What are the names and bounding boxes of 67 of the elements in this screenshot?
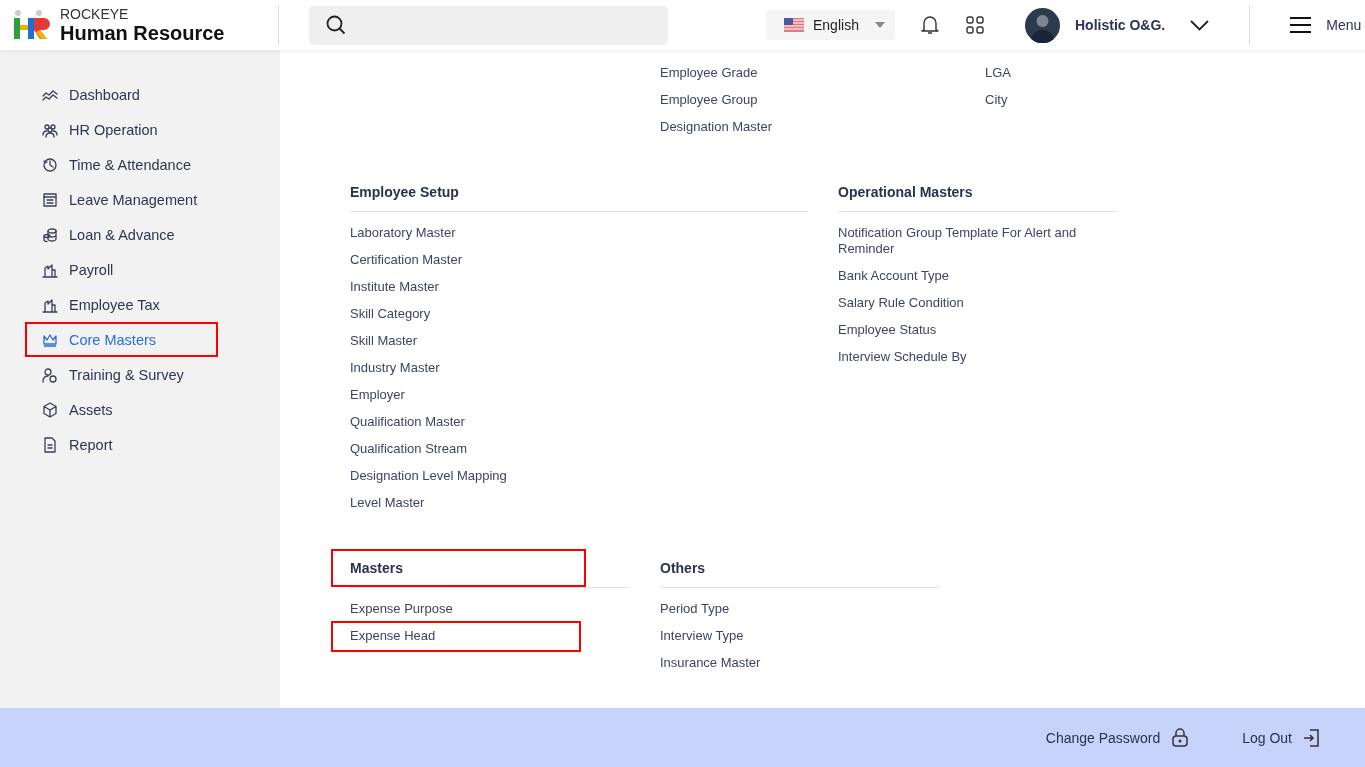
master-link[interactable]: Employer xyxy=(350,387,405,403)
sidebar-item[interactable]: Dashboard xyxy=(0,77,140,112)
section-heading: Masters xyxy=(331,549,586,587)
sidebar-item[interactable]: HR Operation xyxy=(0,112,158,147)
master-link[interactable]: Expense Purpose xyxy=(350,601,453,617)
flag-icon xyxy=(784,18,804,32)
cube-icon xyxy=(42,401,58,418)
master-link[interactable]: Notification Group Template For Alert and Reminder xyxy=(838,225,1118,257)
master-link[interactable]: Institute Master xyxy=(350,279,439,295)
person-icon xyxy=(42,366,58,383)
sidebar-item[interactable]: Employee Tax xyxy=(0,287,160,322)
chevron-down-icon xyxy=(1190,19,1210,31)
master-link[interactable]: Period Type xyxy=(660,601,730,617)
master-link[interactable]: Skill Master xyxy=(350,333,418,349)
logout-icon xyxy=(1302,727,1322,748)
master-link[interactable]: Expense Head xyxy=(331,621,581,652)
section-heading: Others xyxy=(660,559,706,578)
document-icon xyxy=(42,436,58,453)
sidebar-item[interactable]: Leave Management xyxy=(0,182,198,217)
sidebar-item[interactable]: Time & Attendance xyxy=(0,147,191,182)
master-link[interactable]: Bank Account Type xyxy=(838,268,950,284)
sidebar-item[interactable]: Loan & Advance xyxy=(0,217,175,252)
master-link[interactable]: Designation Master xyxy=(660,119,772,135)
master-link[interactable]: Certification Master xyxy=(350,252,462,268)
sidebar-item[interactable]: Training & Survey xyxy=(0,357,184,392)
master-link[interactable]: Qualification Master xyxy=(350,414,465,430)
sidebar-item[interactable]: Core Masters xyxy=(25,322,218,357)
sidebar-item[interactable]: Payroll xyxy=(0,252,114,287)
notification-icon[interactable] xyxy=(921,15,939,35)
master-link[interactable]: Laboratory Master xyxy=(350,225,456,241)
sidebar-item[interactable]: Assets xyxy=(0,392,113,427)
master-link[interactable]: City xyxy=(985,92,1008,108)
menu-button[interactable]: Menu xyxy=(1290,17,1362,33)
logo-icon xyxy=(13,10,51,40)
master-link[interactable]: Salary Rule Condition xyxy=(838,295,964,311)
master-link[interactable]: Industry Master xyxy=(350,360,440,376)
master-link[interactable]: Employee Status xyxy=(838,322,937,338)
master-link[interactable]: LGA xyxy=(985,65,1011,81)
people-icon xyxy=(42,121,58,138)
master-link[interactable]: Level Master xyxy=(350,495,425,511)
dropdown-icon xyxy=(875,22,885,28)
master-link[interactable]: Qualification Stream xyxy=(350,441,468,457)
master-link[interactable]: Interview Type xyxy=(660,628,744,644)
master-link[interactable]: Skill Category xyxy=(350,306,431,322)
section-heading: Employee Setup xyxy=(350,183,459,202)
lock-icon xyxy=(1170,727,1191,748)
footer-link[interactable]: Log Out xyxy=(1242,727,1322,748)
master-link[interactable]: Designation Level Mapping xyxy=(350,468,507,484)
avatar xyxy=(1025,7,1060,43)
apps-grid-icon[interactable] xyxy=(966,16,984,34)
clock-icon xyxy=(42,156,58,173)
master-link[interactable]: Employee Group xyxy=(660,92,758,108)
user-menu[interactable]: Holistic O&G. xyxy=(1025,7,1210,43)
search-field[interactable] xyxy=(309,5,668,45)
language-select[interactable]: English xyxy=(766,10,895,40)
sidebar-item[interactable]: Report xyxy=(0,427,113,462)
app-name: Human Resource xyxy=(60,22,225,44)
menu-icon xyxy=(1290,17,1312,33)
coins-icon xyxy=(42,226,58,243)
calendar-icon xyxy=(42,191,58,208)
section-heading: Operational Masters xyxy=(838,183,973,202)
search-icon xyxy=(326,15,346,35)
brand-tagline: ROCKEYE xyxy=(60,6,130,22)
master-link[interactable]: Interview Schedule By xyxy=(838,349,967,365)
master-link[interactable]: Insurance Master xyxy=(660,655,761,671)
master-link[interactable]: Employee Grade xyxy=(660,65,758,81)
footer-link[interactable]: Change Password xyxy=(1045,727,1191,748)
